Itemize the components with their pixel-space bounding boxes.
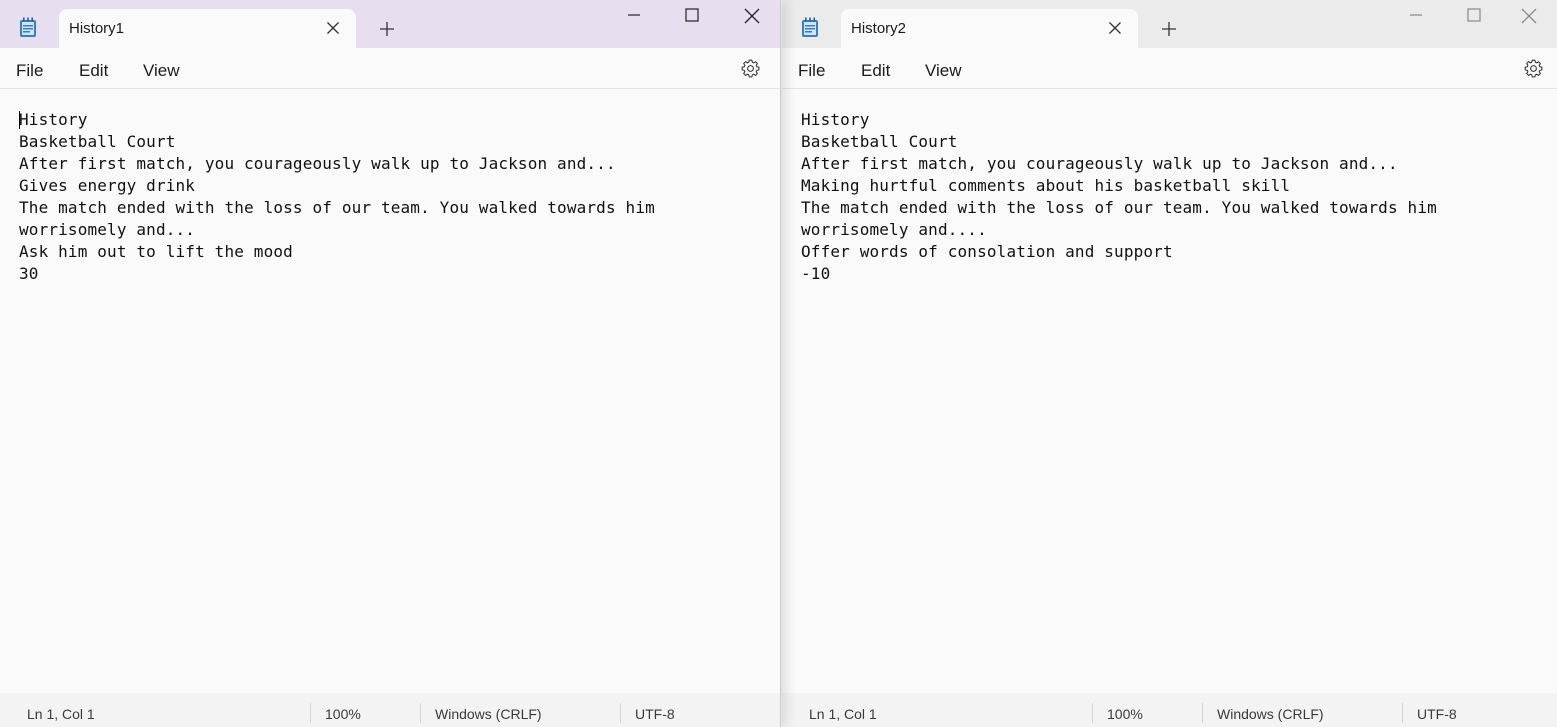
maximize-button[interactable] xyxy=(1445,0,1503,32)
maximize-icon xyxy=(1467,8,1481,22)
close-button[interactable] xyxy=(722,0,780,32)
editor-line: Offer words of consolation and support xyxy=(801,242,1173,261)
editor-line: The match ended with the loss of our tea… xyxy=(19,198,655,217)
status-divider xyxy=(1092,703,1093,723)
menu-edit[interactable]: Edit xyxy=(79,61,108,81)
status-divider xyxy=(310,703,311,723)
tab-history1[interactable]: History1 xyxy=(59,9,356,48)
minimize-button[interactable] xyxy=(605,0,663,32)
gear-icon[interactable] xyxy=(1523,58,1544,79)
status-encoding: UTF-8 xyxy=(1417,706,1457,722)
editor-line: Gives energy drink xyxy=(19,176,196,195)
editor-line: After first match, you courageously walk… xyxy=(19,154,616,173)
plus-icon[interactable] xyxy=(1159,19,1179,39)
close-button[interactable] xyxy=(1499,0,1557,32)
editor-line: The match ended with the loss of our tea… xyxy=(801,198,1437,217)
maximize-icon xyxy=(685,8,699,22)
editor-line: worrisomely and... xyxy=(19,220,196,239)
menu-edit[interactable]: Edit xyxy=(861,61,890,81)
title-bar[interactable]: History2 xyxy=(782,0,1557,48)
maximize-button[interactable] xyxy=(663,0,721,32)
text-editor[interactable]: History Basketball Court After first mat… xyxy=(0,90,780,693)
editor-line: Making hurtful comments about his basket… xyxy=(801,176,1291,195)
text-caret xyxy=(19,111,20,129)
status-bar: Ln 1, Col 1 100% Windows (CRLF) UTF-8 xyxy=(0,693,780,727)
tab-title: History2 xyxy=(851,20,907,37)
title-bar[interactable]: History1 xyxy=(0,0,780,48)
menu-bar: File Edit View xyxy=(782,48,1557,89)
status-line-ending: Windows (CRLF) xyxy=(435,706,542,722)
minimize-icon xyxy=(1410,14,1422,16)
status-divider xyxy=(420,703,421,723)
menu-bar: File Edit View xyxy=(0,48,780,89)
status-divider xyxy=(620,703,621,723)
close-icon[interactable] xyxy=(324,19,342,37)
tab-title: History1 xyxy=(69,20,125,37)
minimize-button[interactable] xyxy=(1387,0,1445,32)
menu-view[interactable]: View xyxy=(925,61,962,81)
close-icon xyxy=(1521,8,1537,24)
editor-line: -10 xyxy=(801,264,831,283)
status-divider xyxy=(1402,703,1403,723)
tab-history2[interactable]: History2 xyxy=(841,9,1138,48)
status-zoom[interactable]: 100% xyxy=(325,693,361,727)
close-icon[interactable] xyxy=(1106,19,1124,37)
editor-line: Basketball Court xyxy=(19,132,176,151)
status-encoding: UTF-8 xyxy=(635,706,675,722)
menu-view[interactable]: View xyxy=(143,61,180,81)
editor-line: worrisomely and.... xyxy=(801,220,987,239)
status-line-ending: Windows (CRLF) xyxy=(1217,706,1324,722)
status-zoom[interactable]: 100% xyxy=(1107,693,1143,727)
notepad-window-history2: History2 File Edit View History Basketba… xyxy=(782,0,1557,727)
text-editor[interactable]: History Basketball Court After first mat… xyxy=(782,90,1557,693)
status-bar: Ln 1, Col 1 100% Windows (CRLF) UTF-8 xyxy=(782,693,1557,727)
minimize-icon xyxy=(628,14,640,16)
editor-line: 30 xyxy=(19,264,39,283)
editor-line: History xyxy=(19,110,88,129)
menu-file[interactable]: File xyxy=(16,61,43,81)
editor-line: History xyxy=(801,110,870,129)
menu-file[interactable]: File xyxy=(798,61,825,81)
notepad-icon xyxy=(802,17,818,37)
close-icon xyxy=(744,8,760,24)
editor-line: After first match, you courageously walk… xyxy=(801,154,1398,173)
gear-icon[interactable] xyxy=(740,58,761,79)
status-divider xyxy=(1202,703,1203,723)
status-position: Ln 1, Col 1 xyxy=(809,706,877,722)
editor-line: Basketball Court xyxy=(801,132,958,151)
editor-line: Ask him out to lift the mood xyxy=(19,242,293,261)
status-position: Ln 1, Col 1 xyxy=(27,706,95,722)
notepad-icon xyxy=(20,17,36,37)
notepad-window-history1: History1 File Edit View History Basketba… xyxy=(0,0,781,727)
plus-icon[interactable] xyxy=(377,19,397,39)
